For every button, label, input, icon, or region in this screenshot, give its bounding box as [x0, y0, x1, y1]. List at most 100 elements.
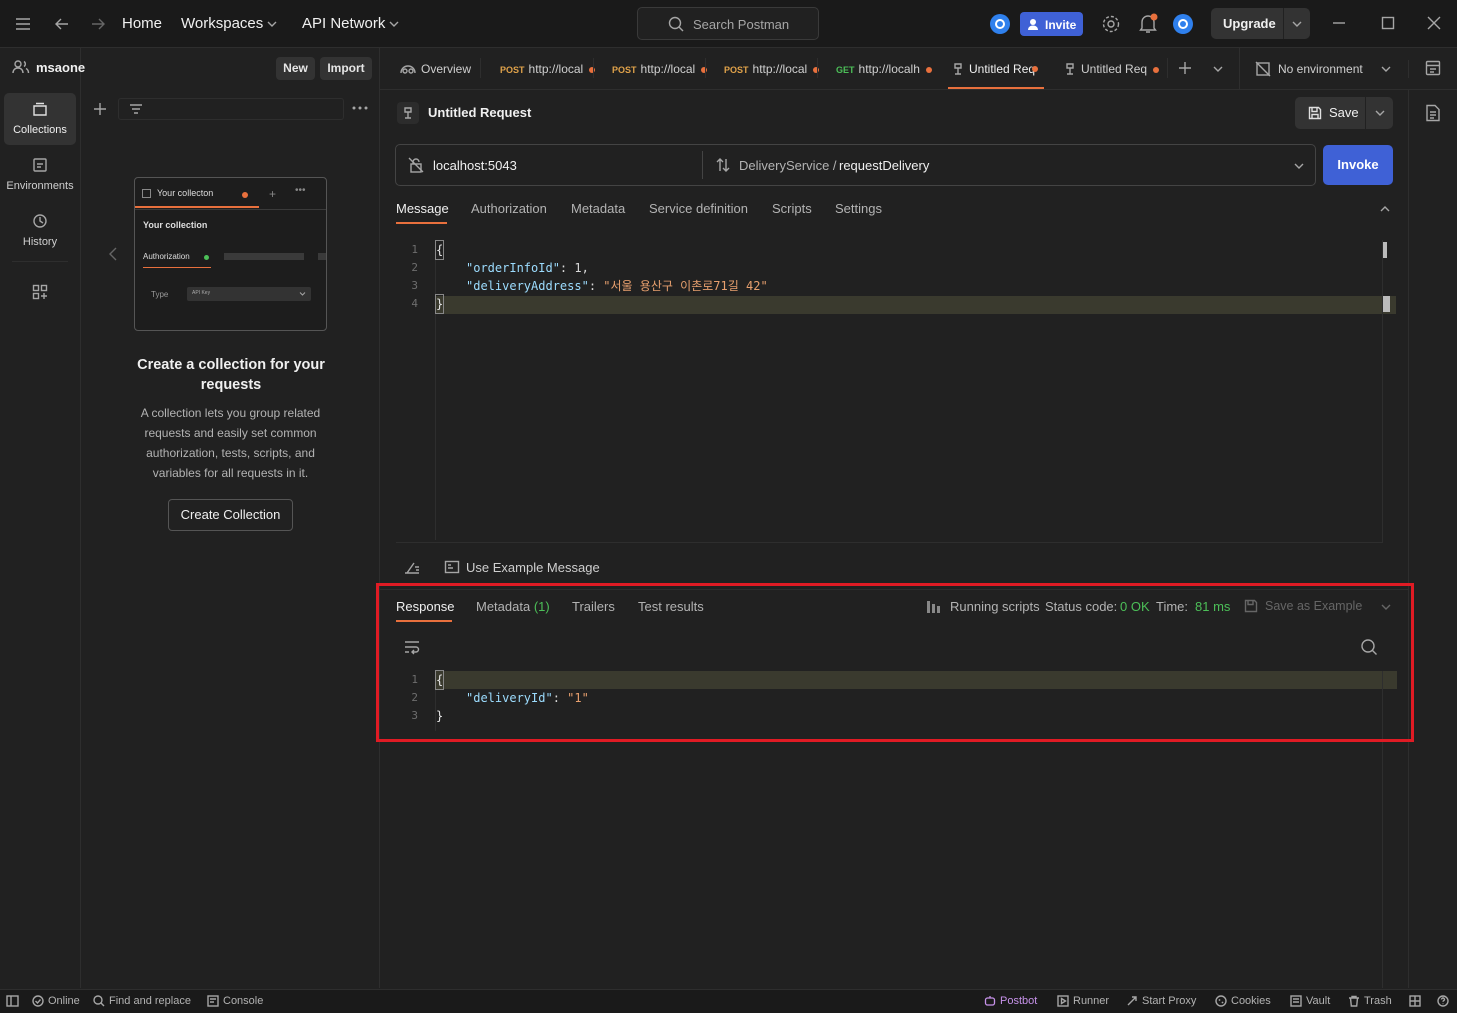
- chevron-down-icon[interactable]: [1212, 63, 1224, 75]
- tab-untitled-request[interactable]: Untitled Req: [1065, 62, 1160, 78]
- method-badge: POST: [612, 65, 637, 75]
- minimize-icon[interactable]: [1332, 16, 1346, 30]
- chevron-up-icon[interactable]: [1379, 204, 1391, 214]
- vault-button[interactable]: Vault: [1290, 995, 1330, 1007]
- import-button[interactable]: Import: [320, 57, 372, 80]
- search-placeholder: Search Postman: [693, 17, 790, 32]
- empty-state-title: Create a collection for your requests: [137, 357, 325, 393]
- create-collection-button[interactable]: Create Collection: [168, 499, 293, 531]
- layout-toggle-icon[interactable]: [1409, 995, 1421, 1007]
- tab-get-request[interactable]: GET http://localh: [836, 62, 932, 78]
- message-editor[interactable]: 1 { 2 "orderInfoId": 1, 3 "deliveryAddre…: [396, 240, 1397, 540]
- sidebar-rail: Collections Environments History: [0, 48, 81, 988]
- tab-untitled-request-active[interactable]: Untitled Req: [948, 48, 1044, 89]
- runner-button[interactable]: Runner: [1057, 995, 1109, 1007]
- environment-quick-look-icon[interactable]: [1425, 60, 1441, 76]
- tab-label: http://local: [528, 62, 584, 76]
- preview-add-icon: +: [269, 187, 277, 201]
- save-button[interactable]: Save: [1295, 97, 1393, 129]
- upgrade-label: Upgrade: [1223, 16, 1276, 31]
- sidebar-item-environments[interactable]: Environments: [4, 149, 76, 201]
- postbot-button[interactable]: Postbot: [984, 995, 1037, 1007]
- add-icon[interactable]: [93, 102, 107, 116]
- trash-button[interactable]: Trash: [1348, 995, 1392, 1007]
- new-button[interactable]: New: [276, 57, 315, 80]
- add-apps-icon[interactable]: [32, 284, 48, 300]
- chevron-down-icon: [1380, 63, 1392, 75]
- nav-workspaces[interactable]: Workspaces: [181, 15, 263, 32]
- vault-icon: [1290, 995, 1302, 1007]
- use-example-label: Use Example Message: [466, 560, 600, 575]
- sidebar-item-collections[interactable]: Collections: [4, 93, 76, 145]
- app-header: Home Workspaces API Network Search Postm…: [0, 0, 1457, 48]
- server-url-input[interactable]: localhost:5043: [433, 158, 517, 173]
- menu-icon[interactable]: [14, 15, 32, 33]
- tab-post-request[interactable]: POST http://local: [724, 62, 820, 78]
- invoke-button[interactable]: Invoke: [1323, 145, 1393, 185]
- sync-avatar-icon[interactable]: [989, 13, 1011, 35]
- divider: [480, 58, 481, 78]
- chevron-down-icon[interactable]: [1291, 18, 1303, 30]
- preview-auth-label: Authorization: [143, 252, 190, 261]
- vault-label: Vault: [1306, 995, 1331, 1007]
- method-badge: POST: [724, 65, 749, 75]
- notification-bell-icon[interactable]: [1138, 13, 1158, 35]
- user-avatar[interactable]: [1172, 13, 1194, 35]
- url-bar: localhost:5043 DeliveryService / request…: [395, 144, 1316, 186]
- save-label: Save: [1329, 105, 1359, 120]
- tab-message[interactable]: Message: [396, 201, 449, 216]
- maximize-icon[interactable]: [1381, 16, 1395, 30]
- find-and-replace-button[interactable]: Find and replace: [93, 995, 191, 1007]
- chevron-down-icon[interactable]: [266, 18, 278, 30]
- code-value: 1,: [567, 261, 589, 275]
- status-dot: [204, 255, 209, 260]
- filter-input[interactable]: [118, 98, 344, 120]
- empty-state-description: A collection lets you group related requ…: [140, 406, 321, 480]
- code-key: "orderInfoId": [466, 261, 560, 275]
- tab-settings[interactable]: Settings: [835, 201, 882, 216]
- chevron-down-icon[interactable]: [388, 18, 400, 30]
- console-button[interactable]: Console: [207, 995, 263, 1007]
- upgrade-button[interactable]: Upgrade: [1211, 8, 1310, 39]
- toggle-sidebar-icon[interactable]: [6, 995, 19, 1007]
- unsaved-dot: [1153, 66, 1160, 73]
- online-status[interactable]: Online: [32, 995, 80, 1007]
- back-arrow-icon[interactable]: [53, 15, 71, 33]
- environment-select[interactable]: No environment: [1240, 48, 1392, 89]
- chevron-down-icon[interactable]: [1374, 107, 1386, 119]
- nav-api-network[interactable]: API Network: [302, 15, 385, 32]
- cookies-button[interactable]: Cookies: [1215, 995, 1271, 1007]
- grpc-icon: [1065, 62, 1075, 76]
- postbot-icon: [984, 996, 996, 1006]
- search-input[interactable]: Search Postman: [637, 7, 819, 40]
- settings-gear-icon[interactable]: [1101, 14, 1121, 34]
- chevron-left-icon[interactable]: [108, 246, 118, 262]
- proxy-icon: [1127, 996, 1137, 1006]
- documentation-icon[interactable]: [1425, 104, 1441, 122]
- close-icon[interactable]: [1427, 16, 1441, 30]
- invite-label: Invite: [1045, 18, 1077, 32]
- tab-post-request[interactable]: POST http://local: [612, 62, 708, 78]
- sidebar-item-history[interactable]: History: [4, 205, 76, 257]
- start-proxy-button[interactable]: Start Proxy: [1126, 995, 1196, 1007]
- beautify-icon[interactable]: [403, 559, 421, 575]
- chevron-down-icon[interactable]: [1293, 160, 1305, 172]
- more-options-icon[interactable]: [352, 106, 368, 110]
- response-highlight-box: [376, 583, 1414, 742]
- tls-off-icon[interactable]: [408, 157, 424, 173]
- tab-authorization[interactable]: Authorization: [471, 201, 547, 216]
- workspace-name[interactable]: msaone: [36, 60, 85, 75]
- tab-metadata[interactable]: Metadata: [571, 201, 625, 216]
- request-title[interactable]: Untitled Request: [428, 105, 531, 120]
- nav-home[interactable]: Home: [122, 15, 162, 32]
- help-icon[interactable]: [1437, 995, 1449, 1007]
- new-tab-icon[interactable]: [1178, 61, 1192, 75]
- service-name[interactable]: DeliveryService /: [739, 158, 837, 173]
- invite-button[interactable]: Invite: [1020, 12, 1083, 36]
- example-icon: [444, 560, 460, 574]
- tab-service-definition[interactable]: Service definition: [649, 201, 748, 216]
- method-name[interactable]: requestDelivery: [839, 158, 929, 173]
- tab-post-request[interactable]: POST http://local: [500, 62, 596, 78]
- tab-scripts[interactable]: Scripts: [772, 201, 812, 216]
- forward-arrow-icon[interactable]: [89, 15, 107, 33]
